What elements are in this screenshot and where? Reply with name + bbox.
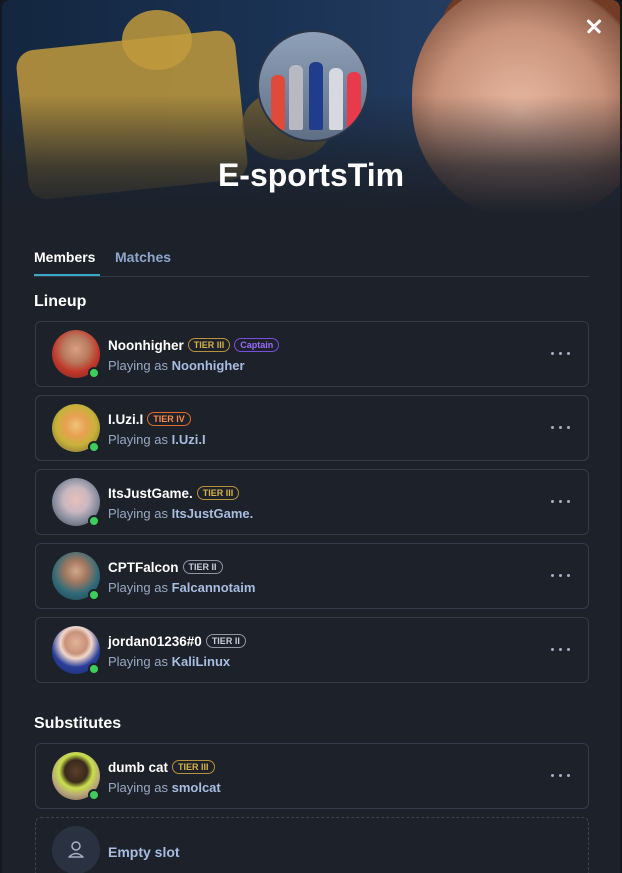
- online-status-icon: [88, 515, 100, 527]
- tier-badge: TIER IV: [147, 412, 191, 426]
- player-name[interactable]: ItsJustGame. TIER III: [108, 486, 240, 501]
- tier-badge: TIER III: [196, 486, 240, 500]
- team-avatar: [257, 30, 369, 142]
- playing-as-text: Playing as ItsJustGame.: [108, 506, 254, 521]
- tier-badge: TIER II: [205, 634, 246, 648]
- substitutes-heading: Substitutes: [34, 715, 122, 732]
- member-card: ItsJustGame. TIER III Playing as ItsJustG…: [35, 469, 589, 535]
- online-status-icon: [88, 441, 100, 453]
- user-icon: [68, 841, 84, 858]
- tab-members[interactable]: Members: [34, 249, 95, 265]
- close-icon[interactable]: [582, 14, 606, 38]
- more-options-icon[interactable]: [550, 566, 572, 586]
- tier-badge: TIER III: [187, 338, 231, 352]
- player-name[interactable]: jordan01236#0 TIER II: [108, 634, 246, 649]
- active-tab-indicator: [34, 274, 100, 276]
- member-card: CPTFalcon TIER II Playing as Falcannotaim: [35, 543, 589, 609]
- playing-as-text: Playing as KaliLinux: [108, 654, 231, 669]
- more-options-icon[interactable]: [550, 640, 572, 660]
- player-name[interactable]: dumb cat TIER III: [108, 760, 215, 775]
- player-name[interactable]: I.Uzi.I TIER IV: [108, 412, 191, 427]
- player-name[interactable]: CPTFalcon TIER II: [108, 560, 223, 575]
- tab-bar: Members Matches: [34, 246, 589, 277]
- online-status-icon: [88, 367, 100, 379]
- empty-slot-avatar: [52, 826, 100, 873]
- more-options-icon[interactable]: [550, 492, 572, 512]
- member-card: Noonhigher TIER III Captain Playing as Noo…: [35, 321, 589, 387]
- playing-as-text: Playing as smolcat: [108, 780, 221, 795]
- playing-as-text: Playing as Noonhigher: [108, 358, 245, 373]
- online-status-icon: [88, 589, 100, 601]
- tier-badge: TIER II: [182, 560, 223, 574]
- lineup-heading: Lineup: [34, 293, 87, 310]
- team-modal: E-sportsTim Members Matches Lineup Noonh…: [2, 0, 620, 873]
- member-card: jordan01236#0 TIER II Playing as KaliLinu…: [35, 617, 589, 683]
- tab-matches[interactable]: Matches: [115, 249, 171, 265]
- member-card: dumb cat TIER III Playing as smolcat: [35, 743, 589, 809]
- more-options-icon[interactable]: [550, 418, 572, 438]
- empty-slot-label: Empty slot: [108, 844, 180, 860]
- member-card: I.Uzi.I TIER IV Playing as I.Uzi.I: [35, 395, 589, 461]
- empty-slot[interactable]: Empty slot: [35, 817, 589, 873]
- online-status-icon: [88, 789, 100, 801]
- tier-badge: TIER III: [172, 760, 215, 774]
- more-options-icon[interactable]: [550, 344, 572, 364]
- playing-as-text: Playing as Falcannotaim: [108, 580, 256, 595]
- more-options-icon[interactable]: [550, 766, 572, 786]
- team-name: E-sportsTim: [217, 157, 405, 193]
- playing-as-text: Playing as I.Uzi.I: [108, 432, 206, 447]
- player-name[interactable]: Noonhigher TIER III Captain: [108, 338, 280, 353]
- captain-badge: Captain: [234, 338, 280, 352]
- online-status-icon: [88, 663, 100, 675]
